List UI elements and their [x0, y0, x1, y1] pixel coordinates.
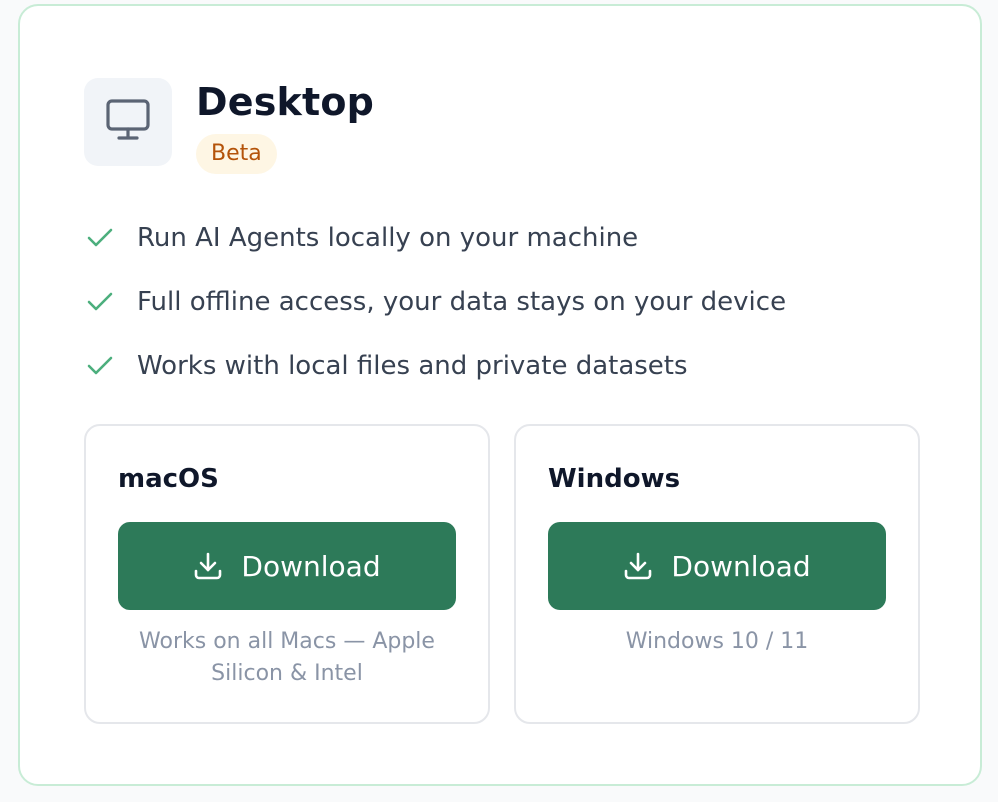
platform-note: Windows 10 / 11 [625, 629, 809, 654]
desktop-card: Desktop Beta Run AI Agents locally on yo… [18, 4, 982, 786]
feature-text: Run AI Agents locally on your machine [137, 223, 639, 253]
download-label: Download [671, 549, 811, 583]
download-icon [193, 551, 223, 581]
windows-download-button[interactable]: Download [548, 522, 886, 610]
platform-card-macos: macOS Download Works on all Macs — Apple… [84, 424, 490, 724]
feature-text: Full offline access, your data stays on … [137, 287, 787, 317]
monitor-icon-tile [84, 78, 172, 166]
platform-card-windows: Windows Download Windows 10 / 11 [514, 424, 920, 724]
platform-note: Works on all Macs — Apple Silicon & Inte… [139, 629, 435, 686]
monitor-icon [105, 98, 151, 146]
feature-item: Full offline access, your data stays on … [84, 270, 786, 334]
platform-options: macOS Download Works on all Macs — Apple… [84, 424, 920, 724]
platform-name: macOS [118, 464, 219, 494]
platform-name: Windows [548, 464, 681, 494]
download-label: Download [241, 549, 381, 583]
macos-download-button[interactable]: Download [118, 522, 456, 610]
feature-text: Works with local files and private datas… [137, 351, 688, 381]
check-icon [84, 350, 116, 382]
check-icon [84, 286, 116, 318]
check-icon [84, 222, 116, 254]
download-icon [623, 551, 653, 581]
feature-item: Run AI Agents locally on your machine [84, 206, 786, 270]
card-title: Desktop [196, 80, 375, 124]
feature-item: Works with local files and private datas… [84, 334, 786, 398]
beta-badge: Beta [196, 134, 277, 174]
card-header: Desktop Beta [84, 78, 374, 174]
feature-list: Run AI Agents locally on your machine Fu… [84, 206, 786, 398]
